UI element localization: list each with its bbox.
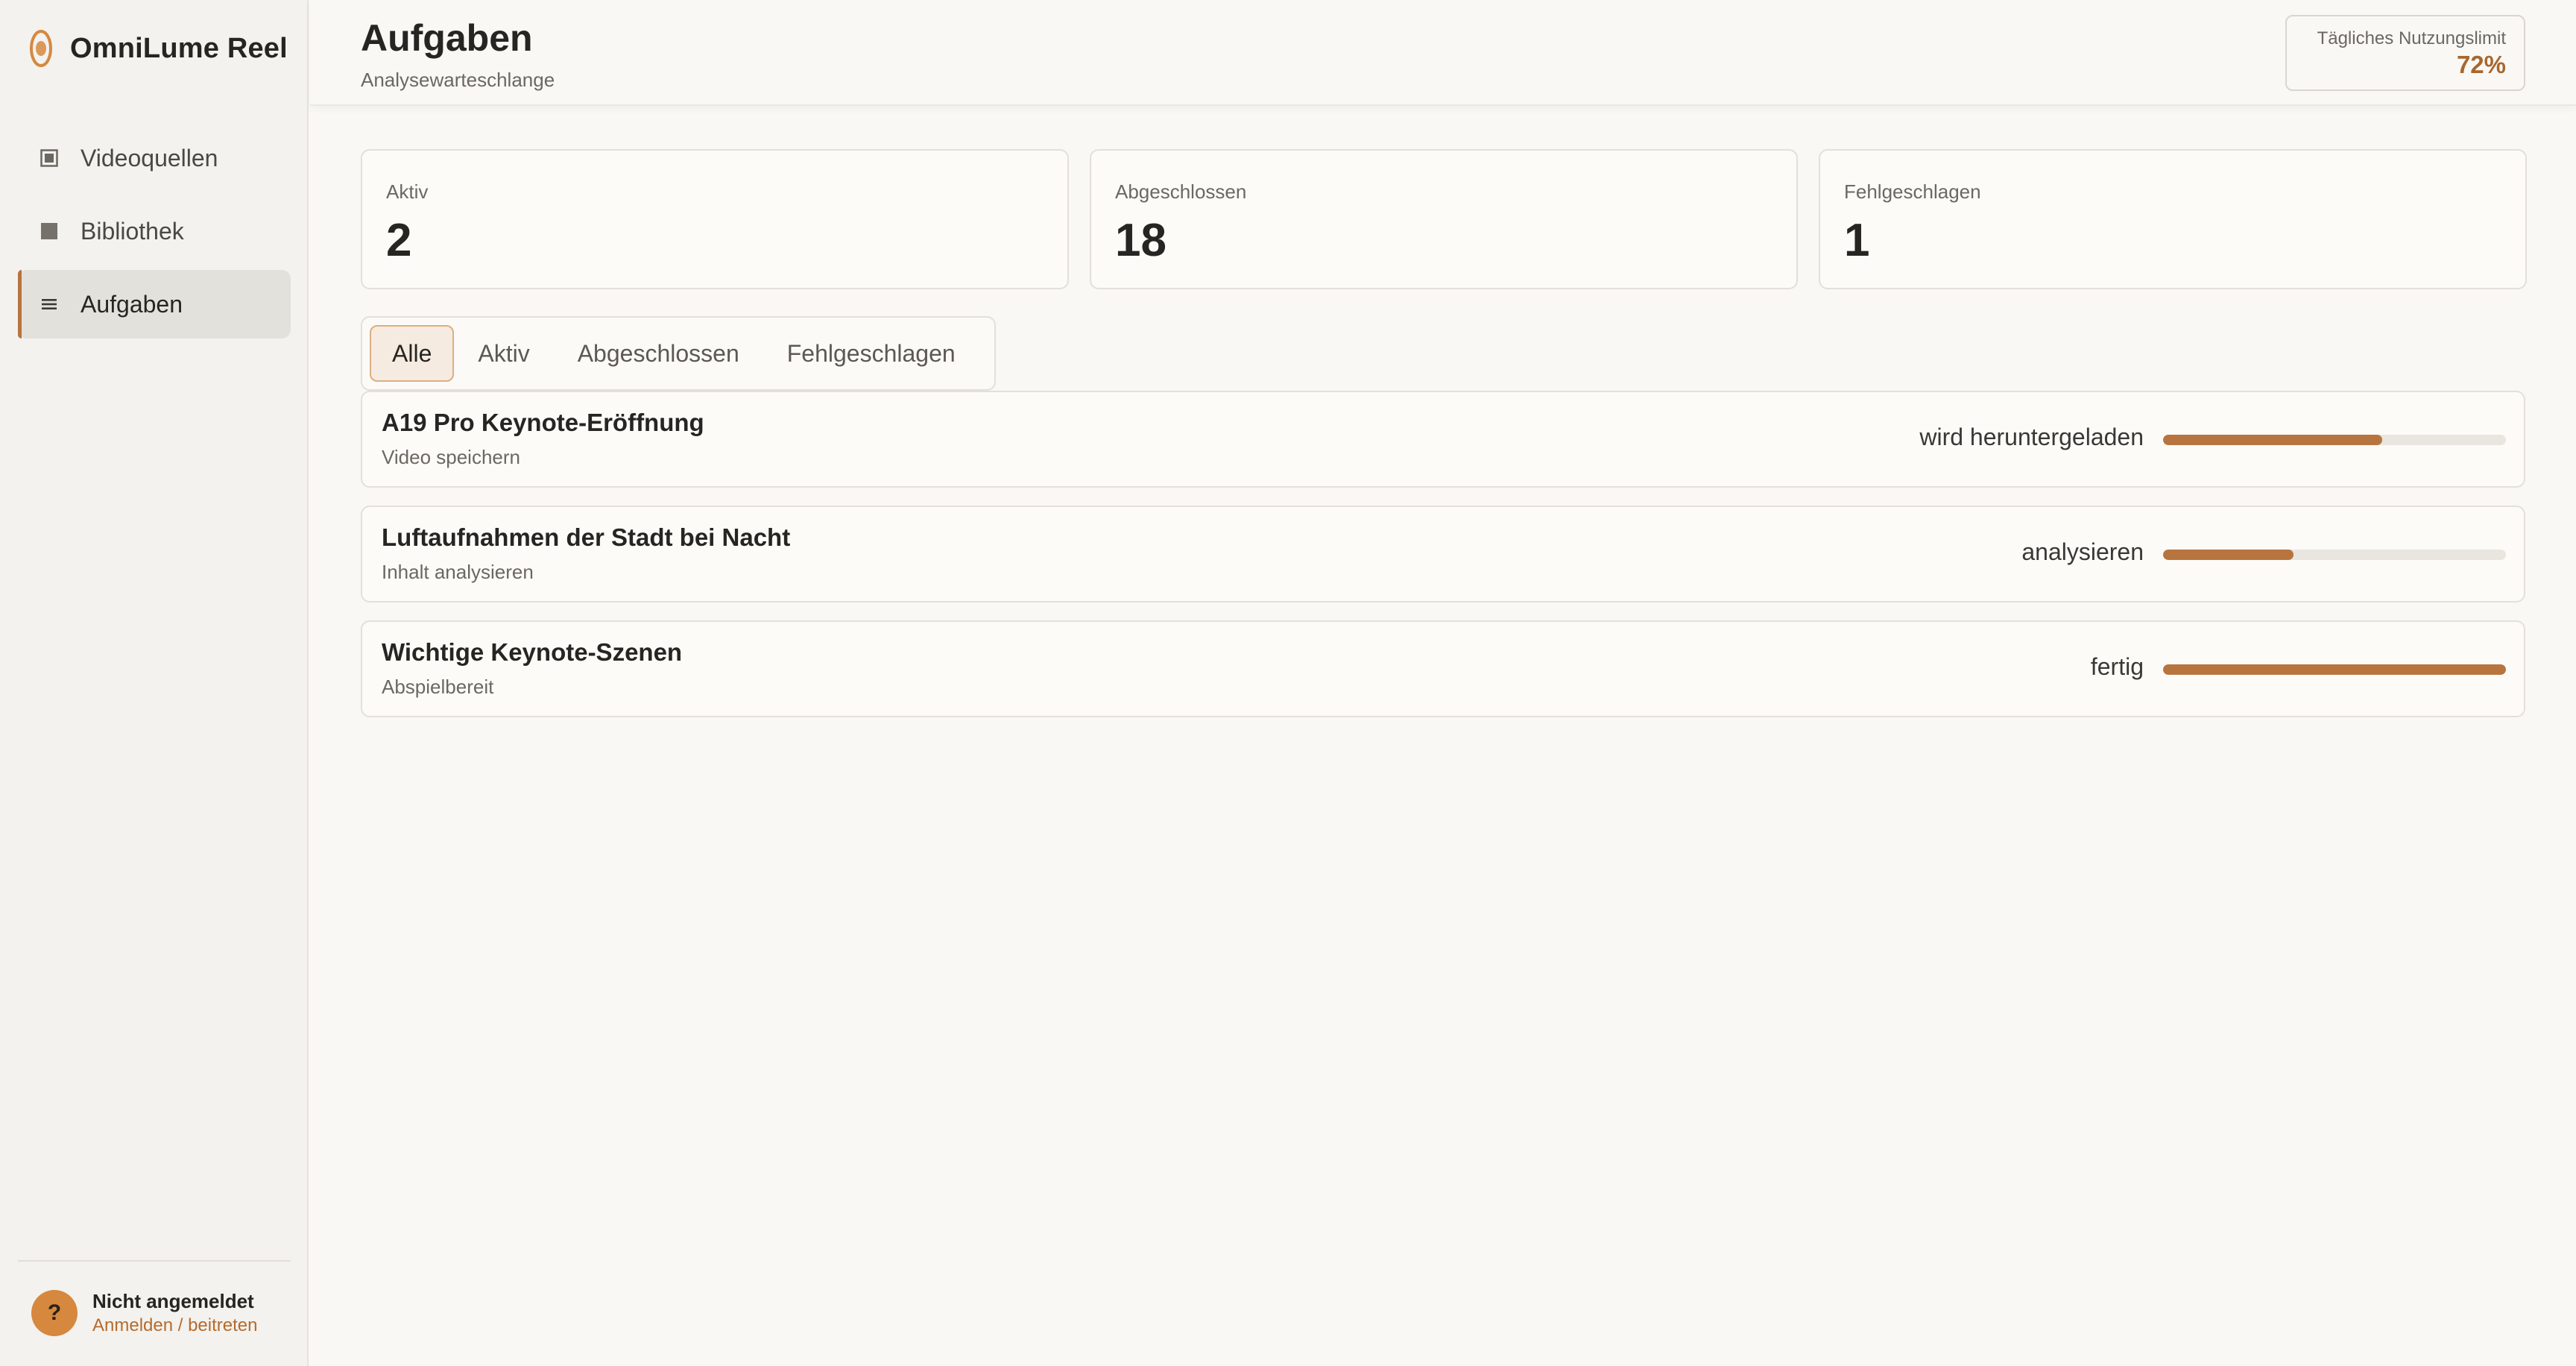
login-link[interactable]: Anmelden / beitreten [92,1314,257,1338]
stat-value: 2 [386,215,412,266]
filter-tabs: Alle Aktiv Abgeschlossen Fehlgeschlagen [361,316,996,391]
sidebar-item-label: Aufgaben [80,290,183,318]
tab-abgeschlossen[interactable]: Abgeschlossen [554,325,763,382]
stat-label: Abgeschlossen [1115,180,1247,203]
brand[interactable]: OmniLume Reel [28,27,288,70]
sidebar-item-aufgaben[interactable]: Aufgaben [18,270,291,339]
app-name: OmniLume Reel [70,32,288,64]
stat-card-active: Aktiv 2 [361,149,1069,289]
tab-aktiv[interactable]: Aktiv [454,325,553,382]
task-status: analysieren [2021,538,2144,565]
task-subtitle: Video speichern [382,446,520,468]
user-status: Nicht angemeldet [92,1290,254,1312]
task-row[interactable]: Luftaufnahmen der Stadt bei Nacht Inhalt… [361,506,2525,602]
usage-limit-label: Tägliches Nutzungslimit [2317,28,2506,48]
tab-alle[interactable]: Alle [370,325,455,382]
sidebar: OmniLume Reel Videoquellen Bibliothek Au… [0,0,309,1366]
stat-value: 1 [1844,215,1870,266]
tab-fehlgeschlagen[interactable]: Fehlgeschlagen [763,325,979,382]
stat-card-completed: Abgeschlossen 18 [1090,149,1798,289]
sidebar-nav: Videoquellen Bibliothek Aufgaben [18,124,291,343]
task-title: Wichtige Keynote-Szenen [382,638,683,666]
sidebar-item-videoquellen[interactable]: Videoquellen [18,124,291,192]
stat-card-failed: Fehlgeschlagen 1 [1819,149,2527,289]
task-row[interactable]: Wichtige Keynote-Szenen Abspielbereit fe… [361,620,2525,717]
task-status: fertig [2090,653,2144,680]
sidebar-divider [18,1260,291,1262]
task-progress-fill [2163,550,2294,560]
stat-value: 18 [1115,215,1167,266]
task-progress-fill [2163,435,2383,445]
task-title: A19 Pro Keynote-Eröffnung [382,409,704,436]
task-progress-fill [2163,664,2506,675]
task-row[interactable]: A19 Pro Keynote-Eröffnung Video speicher… [361,391,2525,488]
sidebar-item-bibliothek[interactable]: Bibliothek [18,197,291,265]
page-title: Aufgaben [361,17,533,59]
task-list: A19 Pro Keynote-Eröffnung Video speicher… [361,391,2525,735]
stat-label: Aktiv [386,180,429,203]
sidebar-item-label: Videoquellen [80,144,218,171]
task-subtitle: Abspielbereit [382,676,494,698]
list-icon [40,295,58,313]
task-subtitle: Inhalt analysieren [382,561,534,583]
page-header: Aufgaben Analysewarteschlange Tägliches … [310,0,2576,106]
task-status: wird heruntergeladen [1919,424,2144,450]
task-progress-bar [2163,550,2506,560]
task-progress-bar [2163,435,2506,445]
video-source-icon [40,149,58,167]
stat-label: Fehlgeschlagen [1844,180,1981,203]
stats-row: Aktiv 2 Abgeschlossen 18 Fehlgeschlagen … [361,149,2527,289]
avatar[interactable]: ? [31,1290,78,1336]
page-subtitle: Analysewarteschlange [361,69,555,91]
app-logo-icon [30,30,52,67]
usage-limit-value: 72% [2456,51,2506,78]
user-account[interactable]: ? Nicht angemeldet Anmelden / beitreten [31,1288,257,1338]
sidebar-item-label: Bibliothek [80,217,184,245]
usage-limit-badge[interactable]: Tägliches Nutzungslimit 72% [2285,15,2525,91]
task-title: Luftaufnahmen der Stadt bei Nacht [382,523,791,551]
library-icon [40,222,58,240]
task-progress-bar [2163,664,2506,675]
